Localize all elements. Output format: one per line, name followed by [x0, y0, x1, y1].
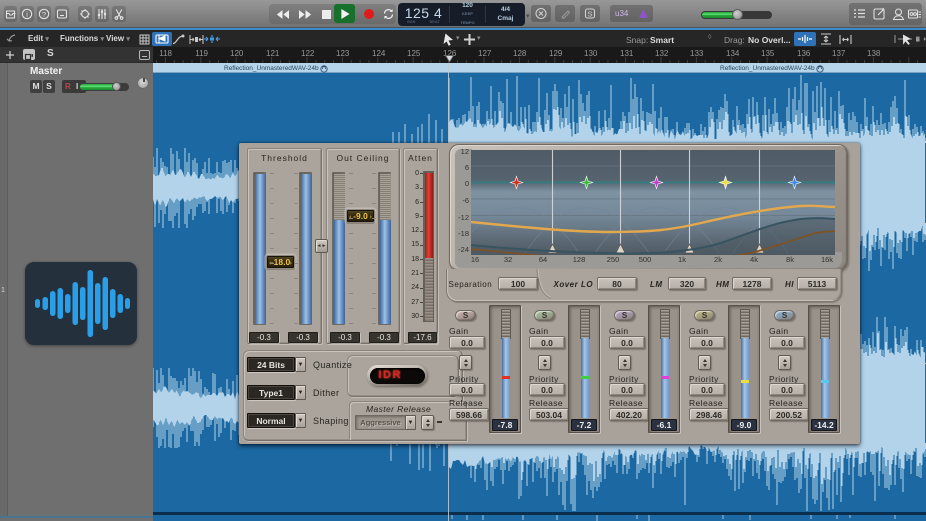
svg-text:S: S	[587, 10, 592, 19]
svg-text:i: i	[26, 10, 28, 19]
svg-text:?: ?	[42, 10, 46, 19]
